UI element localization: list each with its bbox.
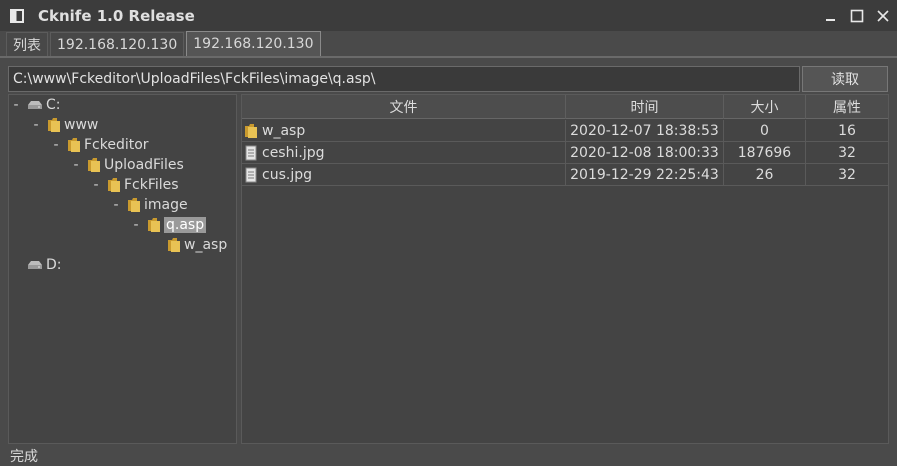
- drive-icon: [27, 99, 43, 111]
- tree-node-label: www: [64, 117, 99, 133]
- file-name: w_asp: [262, 123, 306, 139]
- folder-icon: [147, 217, 161, 233]
- window-controls: [819, 0, 897, 31]
- file-attr: 16: [838, 123, 856, 139]
- path-bar: 读取: [0, 60, 897, 94]
- file-size: 26: [724, 164, 806, 186]
- tree-node-c[interactable]: - C:: [11, 95, 61, 115]
- tab-list[interactable]: 列表: [6, 32, 48, 56]
- tree-node-www[interactable]: - www: [31, 115, 98, 135]
- tree-node-label: Fckeditor: [84, 137, 149, 153]
- tree-node-label: w_asp: [184, 237, 228, 253]
- title-bar: Cknife 1.0 Release: [0, 0, 897, 31]
- file-row[interactable]: cus.jpg 2019-12-29 22:25:43 26 32: [242, 164, 888, 186]
- tree-node-q-asp[interactable]: - q.asp: [131, 215, 207, 235]
- file-name: cus.jpg: [262, 167, 312, 183]
- tab-label: 列表: [13, 37, 41, 54]
- file-icon: [244, 145, 258, 161]
- file-list: 文件 时间 大小 属性 w_asp 2020-12-07 18:38:53 0 …: [241, 94, 889, 444]
- file-time: 2020-12-07 18:38:53: [566, 120, 724, 142]
- tab-label: 192.168.120.130: [193, 36, 314, 52]
- status-text: 完成: [10, 449, 38, 465]
- collapse-toggle[interactable]: -: [131, 217, 141, 233]
- folder-icon: [127, 197, 141, 213]
- file-list-header: 文件 时间 大小 属性: [242, 95, 888, 119]
- directory-tree: - C: - www - Fckeditor - UploadFiles - F…: [8, 94, 237, 444]
- minimize-icon: [826, 18, 835, 21]
- column-header-name[interactable]: 文件: [242, 95, 566, 119]
- close-button[interactable]: [871, 0, 895, 31]
- folder-icon: [244, 123, 258, 139]
- window-title: Cknife 1.0 Release: [38, 6, 195, 25]
- file-name: ceshi.jpg: [262, 145, 325, 161]
- file-attr: 32: [838, 167, 856, 183]
- path-input[interactable]: [8, 66, 800, 92]
- folder-icon: [87, 157, 101, 173]
- close-icon: [877, 9, 889, 22]
- column-header-time[interactable]: 时间: [566, 95, 724, 119]
- tab-host-2[interactable]: 192.168.120.130: [186, 31, 321, 56]
- tree-node-label: UploadFiles: [104, 157, 184, 173]
- tab-bar: 列表 192.168.120.130 192.168.120.130: [0, 31, 897, 58]
- column-header-attr[interactable]: 属性: [806, 95, 888, 119]
- tree-node-label: D:: [46, 257, 62, 273]
- file-time: 2020-12-08 18:00:33: [566, 142, 724, 164]
- tree-node-fckeditor[interactable]: - Fckeditor: [51, 135, 149, 155]
- tree-node-fckfiles[interactable]: - FckFiles: [91, 175, 179, 195]
- collapse-toggle[interactable]: -: [11, 97, 21, 113]
- status-bar: 完成: [0, 446, 897, 466]
- file-row[interactable]: w_asp 2020-12-07 18:38:53 0 16: [242, 120, 888, 142]
- folder-icon: [167, 237, 181, 253]
- collapse-toggle[interactable]: -: [91, 177, 101, 193]
- maximize-button[interactable]: [845, 0, 869, 31]
- tree-node-label: image: [144, 197, 188, 213]
- tab-host-1[interactable]: 192.168.120.130: [50, 32, 185, 56]
- folder-icon: [67, 137, 81, 153]
- collapse-toggle[interactable]: -: [111, 197, 121, 213]
- file-name-cell: w_asp: [242, 120, 566, 142]
- file-time: 2019-12-29 22:25:43: [566, 164, 724, 186]
- file-icon: [244, 167, 258, 183]
- app-icon: [10, 8, 24, 23]
- tree-node-d[interactable]: D:: [11, 255, 62, 275]
- folder-icon: [107, 177, 121, 193]
- tree-node-label-selected: q.asp: [164, 217, 207, 233]
- maximize-icon: [850, 9, 864, 22]
- tree-node-uploadfiles[interactable]: - UploadFiles: [71, 155, 184, 175]
- drive-icon: [27, 259, 43, 271]
- folder-icon: [47, 117, 61, 133]
- minimize-button[interactable]: [819, 0, 843, 31]
- file-size: 0: [724, 120, 806, 142]
- file-name-cell: cus.jpg: [242, 164, 566, 186]
- column-header-size[interactable]: 大小: [724, 95, 806, 119]
- file-row[interactable]: ceshi.jpg 2020-12-08 18:00:33 187696 32: [242, 142, 888, 164]
- file-name-cell: ceshi.jpg: [242, 142, 566, 164]
- collapse-toggle[interactable]: -: [51, 137, 61, 153]
- collapse-toggle[interactable]: -: [31, 117, 41, 133]
- read-button[interactable]: 读取: [802, 66, 888, 92]
- tree-node-w-asp[interactable]: w_asp: [151, 235, 227, 255]
- tree-node-label: C:: [46, 97, 61, 113]
- file-size: 187696: [724, 142, 806, 164]
- tab-label: 192.168.120.130: [57, 36, 178, 53]
- tree-node-label: FckFiles: [124, 177, 179, 193]
- file-attr: 32: [838, 145, 856, 161]
- tree-node-image[interactable]: - image: [111, 195, 188, 215]
- collapse-toggle[interactable]: -: [71, 157, 81, 173]
